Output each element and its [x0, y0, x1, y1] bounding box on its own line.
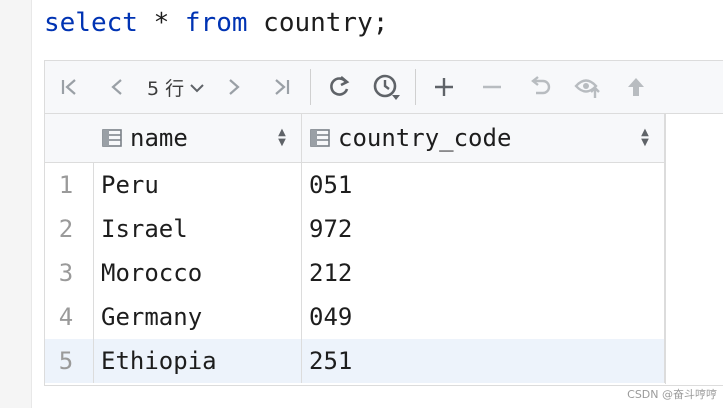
- sql-keyword-select: select: [44, 8, 138, 38]
- table-row[interactable]: 3 Morocco 212: [45, 251, 665, 295]
- sql-table-name: country;: [247, 8, 389, 38]
- add-row-icon[interactable]: [420, 61, 468, 113]
- sql-keyword-from: from: [184, 8, 248, 38]
- row-number: 3: [45, 251, 94, 295]
- editor-gutter: [0, 0, 32, 408]
- column-header-country-code[interactable]: country_code ▲ ▼: [302, 114, 665, 162]
- result-panel: 5 行 name ▲ ▼ country_code ▲ ▼ 1 Peru 051…: [44, 60, 723, 386]
- cell-country-code[interactable]: 972: [302, 207, 665, 251]
- remove-row-icon[interactable]: [468, 61, 516, 113]
- cell-country-code[interactable]: 212: [302, 251, 665, 295]
- preview-icon[interactable]: [564, 61, 612, 113]
- first-page-icon[interactable]: [45, 61, 93, 113]
- cell-name[interactable]: Peru: [94, 163, 302, 207]
- sort-icon[interactable]: ▲ ▼: [277, 128, 287, 148]
- revert-icon[interactable]: [516, 61, 564, 113]
- last-page-icon[interactable]: [258, 61, 306, 113]
- sort-icon[interactable]: ▲ ▼: [640, 128, 650, 148]
- column-header-label: country_code: [338, 124, 512, 152]
- watermark: CSDN @奋斗哼哼: [627, 388, 717, 401]
- table-header: name ▲ ▼ country_code ▲ ▼: [45, 114, 665, 163]
- sql-editor-line[interactable]: select * from country;: [44, 6, 388, 40]
- chevron-down-icon: [190, 78, 204, 97]
- column-icon: [102, 129, 122, 147]
- next-page-icon[interactable]: [210, 61, 258, 113]
- refresh-icon[interactable]: [315, 61, 363, 113]
- column-header-label: name: [130, 124, 188, 152]
- sql-star: *: [137, 8, 185, 38]
- result-grid: name ▲ ▼ country_code ▲ ▼ 1 Peru 051 2 Isr…: [45, 114, 666, 384]
- table-row[interactable]: 1 Peru 051: [45, 163, 665, 207]
- cell-name[interactable]: Morocco: [94, 251, 302, 295]
- cell-country-code[interactable]: 051: [302, 163, 665, 207]
- history-icon[interactable]: [363, 61, 411, 113]
- table-row[interactable]: 4 Germany 049: [45, 295, 665, 339]
- cell-name[interactable]: Germany: [94, 295, 302, 339]
- cell-name[interactable]: Israel: [94, 207, 302, 251]
- column-icon: [310, 129, 330, 147]
- row-number-header: [45, 114, 95, 162]
- row-number: 4: [45, 295, 94, 339]
- result-toolbar: 5 行: [45, 61, 723, 114]
- cell-country-code[interactable]: 251: [302, 339, 665, 383]
- toolbar-separator: [415, 69, 417, 105]
- row-number: 2: [45, 207, 94, 251]
- table-row-selected[interactable]: 5 Ethiopia 251: [45, 339, 665, 383]
- rows-count-label: 5 行: [147, 77, 185, 100]
- toolbar-separator: [310, 69, 312, 105]
- submit-icon[interactable]: [612, 61, 660, 113]
- rows-count-dropdown[interactable]: 5 行: [141, 61, 210, 113]
- cell-name[interactable]: Ethiopia: [94, 339, 302, 383]
- row-number: 1: [45, 163, 94, 207]
- column-header-name[interactable]: name ▲ ▼: [94, 114, 302, 162]
- row-number: 5: [45, 339, 94, 383]
- previous-page-icon[interactable]: [93, 61, 141, 113]
- table-row[interactable]: 2 Israel 972: [45, 207, 665, 251]
- cell-country-code[interactable]: 049: [302, 295, 665, 339]
